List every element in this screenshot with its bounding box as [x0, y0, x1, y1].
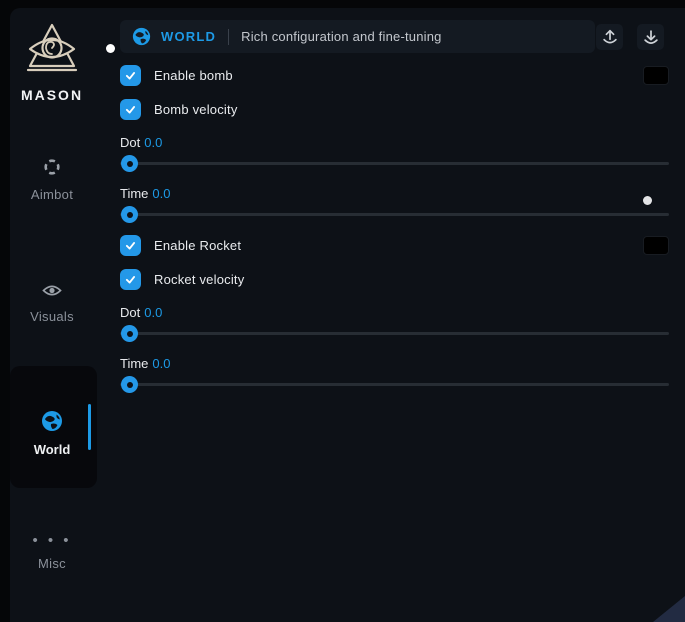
- ellipsis-icon: • • •: [32, 532, 71, 549]
- slider-thumb[interactable]: [121, 376, 138, 393]
- sidebar-item-misc[interactable]: • • • Misc: [10, 532, 94, 571]
- toggle-label: Rocket velocity: [154, 272, 244, 287]
- slider-name: Dot: [120, 135, 140, 150]
- slider-name: Time: [120, 356, 148, 371]
- sidebar: MASON Aimbot Visuals: [10, 8, 110, 622]
- upload-config-button[interactable]: [596, 24, 623, 50]
- section-header: WORLD Rich configuration and fine-tuning: [120, 20, 595, 53]
- slider-value: 0.0: [144, 305, 162, 320]
- setting-row: Rocket velocity: [120, 269, 669, 290]
- section-header-tab: WORLD: [132, 27, 216, 46]
- setting-row: Bomb velocity: [120, 99, 669, 120]
- brand-name: MASON: [10, 87, 94, 103]
- slider-thumb[interactable]: [121, 325, 138, 342]
- toggle-label: Enable bomb: [154, 68, 233, 83]
- setting-row: Enable Rocket: [120, 235, 669, 256]
- bomb-velocity-checkbox[interactable]: [120, 99, 141, 120]
- sidebar-active-item-background: World: [10, 366, 97, 488]
- sidebar-item-aimbot[interactable]: Aimbot: [10, 158, 94, 202]
- active-item-indicator: [88, 404, 91, 450]
- slider-label: Time 0.0: [120, 356, 669, 371]
- background-scene-fragment: [653, 596, 685, 622]
- toggle-label: Enable Rocket: [154, 238, 241, 253]
- slider-thumb[interactable]: [121, 155, 138, 172]
- upload-icon: [601, 28, 619, 46]
- download-icon: [642, 28, 660, 46]
- check-icon: [124, 69, 137, 82]
- toggle-label: Bomb velocity: [154, 102, 238, 117]
- brand: MASON: [10, 22, 94, 103]
- bomb-dot-slider[interactable]: [120, 155, 669, 172]
- slider-label: Time 0.0: [120, 186, 669, 201]
- slider-track: [120, 162, 669, 165]
- check-icon: [124, 239, 137, 252]
- check-icon: [124, 273, 137, 286]
- rocket-time-slider[interactable]: [120, 376, 669, 393]
- enable-rocket-checkbox[interactable]: [120, 235, 141, 256]
- world-settings-panel: Enable bomb Bomb velocity Dot 0.0 Time 0.0: [120, 52, 669, 393]
- mason-eye-logo-icon: [23, 22, 81, 78]
- setting-row: Enable bomb: [120, 65, 669, 86]
- rocket-color-swatch[interactable]: [643, 236, 669, 255]
- globe-icon: [132, 27, 151, 46]
- slider-name: Time: [120, 186, 148, 201]
- bomb-time-slider[interactable]: [120, 206, 669, 223]
- check-icon: [124, 103, 137, 116]
- header-divider: [228, 29, 229, 45]
- cursor-dot: [643, 196, 652, 205]
- eye-icon: [42, 283, 62, 298]
- sidebar-item-label: Aimbot: [10, 187, 94, 202]
- sidebar-item-world[interactable]: World: [10, 410, 94, 457]
- slider-value: 0.0: [152, 356, 170, 371]
- section-subtitle: Rich configuration and fine-tuning: [241, 29, 441, 44]
- section-title: WORLD: [161, 29, 216, 44]
- enable-bomb-checkbox[interactable]: [120, 65, 141, 86]
- slider-value: 0.0: [144, 135, 162, 150]
- bomb-color-swatch[interactable]: [643, 66, 669, 85]
- slider-label: Dot 0.0: [120, 305, 669, 320]
- sidebar-item-label: World: [10, 442, 94, 457]
- slider-track: [120, 332, 669, 335]
- slider-track: [120, 383, 669, 386]
- slider-track: [120, 213, 669, 216]
- slider-name: Dot: [120, 305, 140, 320]
- crosshair-icon: [43, 158, 61, 176]
- slider-value: 0.0: [152, 186, 170, 201]
- sidebar-item-label: Misc: [10, 556, 94, 571]
- cursor-dot: [106, 44, 115, 53]
- download-config-button[interactable]: [637, 24, 664, 50]
- rocket-velocity-checkbox[interactable]: [120, 269, 141, 290]
- slider-label: Dot 0.0: [120, 135, 669, 150]
- rocket-dot-slider[interactable]: [120, 325, 669, 342]
- sidebar-item-label: Visuals: [10, 309, 94, 324]
- globe-icon: [41, 410, 63, 432]
- sidebar-item-visuals[interactable]: Visuals: [10, 283, 94, 324]
- slider-thumb[interactable]: [121, 206, 138, 223]
- mason-menu-window: MASON Aimbot Visuals: [10, 8, 685, 622]
